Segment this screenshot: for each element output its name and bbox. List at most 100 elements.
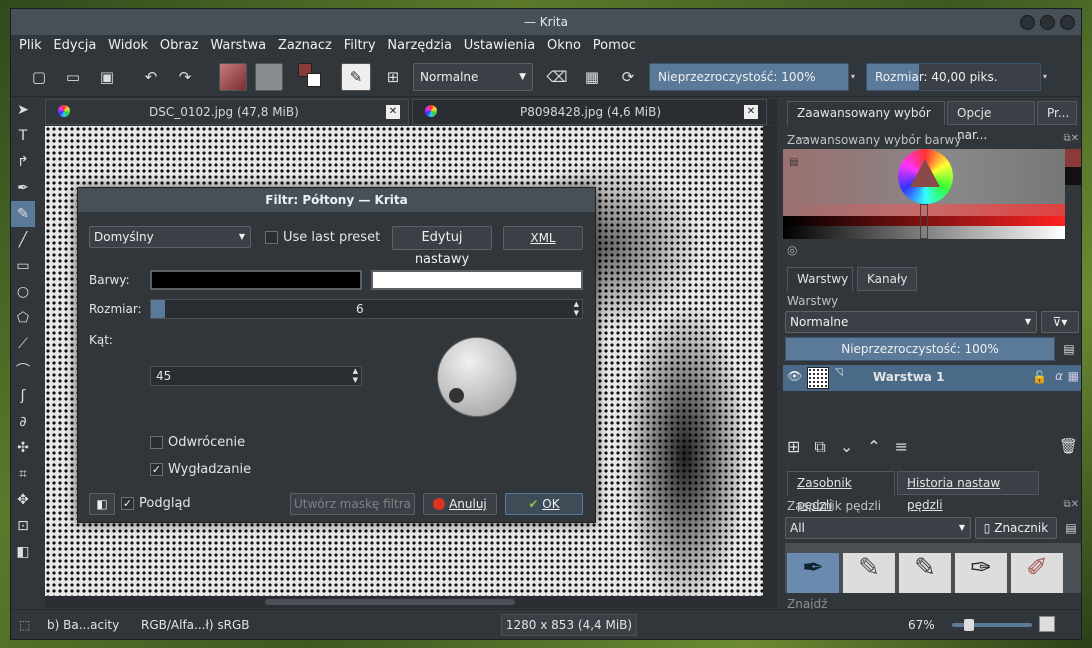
brush-preset-icon[interactable]: ✎: [341, 63, 371, 91]
bezier-tool-icon[interactable]: ⌒: [11, 357, 35, 383]
size-spin-icon[interactable]: ▾: [1043, 63, 1053, 91]
gradient-tool-icon[interactable]: ◧: [11, 539, 35, 565]
menu-filtry[interactable]: Filtry: [340, 35, 380, 57]
crop-tool-icon[interactable]: ⌗: [11, 461, 35, 487]
layer-blend-select[interactable]: Normalne ▼: [785, 311, 1037, 333]
ok-button[interactable]: ✔ OK: [505, 493, 583, 515]
polygon-tool-icon[interactable]: ⬠: [11, 305, 35, 331]
layer-settings-icon[interactable]: ≡: [895, 437, 922, 456]
tab-brush-presets[interactable]: Zasobnik pędzli: [787, 471, 895, 512]
cancel-button[interactable]: Anuluj: [423, 493, 497, 515]
preset-select[interactable]: Domyślny ▼: [89, 226, 251, 248]
alpha-lock-icon[interactable]: ▦: [579, 63, 605, 91]
close-icon[interactable]: ✕: [744, 105, 758, 119]
angle-dial[interactable]: [437, 337, 517, 417]
size-spinbox[interactable]: 6 ▲ ▼: [150, 299, 583, 319]
menu-ustawienia[interactable]: Ustawienia: [460, 35, 539, 57]
gradient-preset-button[interactable]: [219, 63, 247, 91]
background-color[interactable]: [307, 73, 321, 87]
tag-button[interactable]: ▯ Znacznik: [975, 517, 1057, 539]
undo-icon[interactable]: ↶: [139, 63, 163, 91]
rectangle-tool-icon[interactable]: ▭: [11, 253, 35, 279]
zoom-slider-handle[interactable]: [964, 619, 974, 631]
menu-obraz[interactable]: Obraz: [156, 35, 203, 57]
zoom-slider[interactable]: [952, 619, 1032, 631]
invert-checkbox[interactable]: [150, 436, 163, 449]
brush-filter-select[interactable]: All ▼: [785, 517, 971, 539]
tab-layers[interactable]: Warstwy: [787, 267, 853, 291]
select-shapes-tool-icon[interactable]: ➤: [11, 97, 35, 123]
tab-channels[interactable]: Kanały: [857, 267, 917, 291]
split-preview-button[interactable]: ◧: [89, 493, 115, 515]
tab-advanced-color[interactable]: Zaawansowany wybór ...: [787, 101, 945, 142]
selection-icon[interactable]: ⬚: [19, 618, 30, 632]
xml-button[interactable]: XML: [503, 226, 583, 250]
inherit-alpha-icon[interactable]: ▦: [1068, 369, 1079, 383]
wrap-around-icon[interactable]: [1039, 616, 1055, 632]
visibility-eye-icon[interactable]: 👁: [787, 369, 802, 383]
tab-tool-options[interactable]: Opcje nar...: [947, 101, 1035, 142]
delete-layer-icon[interactable]: 🗑: [1059, 437, 1078, 455]
opacity-spin-icon[interactable]: ▾: [851, 63, 861, 91]
layer-filter-button[interactable]: ⊽▾: [1041, 311, 1079, 333]
layer-name[interactable]: Warstwa 1: [873, 370, 944, 384]
add-layer-icon[interactable]: ⊞: [787, 437, 814, 456]
ellipse-tool-icon[interactable]: ○: [11, 279, 35, 305]
brush-tool-icon[interactable]: ✎: [11, 201, 35, 227]
line-tool-icon[interactable]: ╱: [11, 227, 35, 253]
pattern-preset-button[interactable]: [255, 63, 283, 91]
menu-warstwa[interactable]: Warstwa: [206, 35, 270, 57]
menu-narzedzia[interactable]: Narzędzia: [383, 35, 456, 57]
calligraphy-tool-icon[interactable]: ✒: [11, 175, 35, 201]
angle-dial-handle[interactable]: [449, 388, 464, 403]
dock-float-close-icons[interactable]: ⧉✕: [1063, 499, 1079, 510]
layer-opacity-slider[interactable]: Nieprzezroczystość: 100%: [785, 337, 1055, 361]
color-triangle[interactable]: [910, 159, 940, 187]
layer-properties-icon[interactable]: ▤: [1057, 337, 1081, 361]
brush-view-icon[interactable]: ▤: [1061, 517, 1081, 539]
menu-okno[interactable]: Okno: [543, 35, 585, 57]
edit-shapes-tool-icon[interactable]: ↱: [11, 149, 35, 175]
settings-icon[interactable]: ▤: [789, 157, 798, 168]
vertical-scrollbar[interactable]: [763, 126, 777, 596]
tab-p8098428[interactable]: P8098428.jpg (4,6 MiB) ✕: [412, 99, 767, 125]
minimize-button[interactable]: [1020, 15, 1035, 30]
create-filter-mask-button[interactable]: Utwórz maskę filtra: [290, 493, 415, 515]
brush-preset-ink[interactable]: ✑: [955, 553, 1007, 593]
polyline-tool-icon[interactable]: ⟋: [11, 331, 35, 357]
opacity-slider[interactable]: Nieprzezroczystość: 100%: [649, 63, 849, 91]
brush-preset-marker[interactable]: ✎: [899, 553, 951, 593]
transform-tool-icon[interactable]: ⊡: [11, 513, 35, 539]
antialias-checkbox[interactable]: ✓: [150, 463, 163, 476]
color2-button[interactable]: [371, 270, 583, 290]
menu-plik[interactable]: Plik: [15, 35, 46, 57]
menu-pomoc[interactable]: Pomoc: [589, 35, 640, 57]
menu-zaznacz[interactable]: Zaznacz: [274, 35, 336, 57]
menu-widok[interactable]: Widok: [104, 35, 152, 57]
size-slider[interactable]: Rozmiar: 40,00 piks.: [866, 63, 1041, 91]
redo-icon[interactable]: ↷: [173, 63, 197, 91]
scrollbar-handle[interactable]: [265, 599, 515, 605]
spin-arrows-icon[interactable]: ▲ ▼: [353, 367, 358, 385]
alpha-lock-icon[interactable]: α: [1055, 369, 1063, 383]
spin-arrows-icon[interactable]: ▲ ▼: [574, 300, 579, 318]
brush-preset-pencil[interactable]: ✎: [843, 553, 895, 593]
move-down-icon[interactable]: ⌄: [840, 437, 867, 456]
close-window-button[interactable]: [1060, 15, 1075, 30]
eraser-icon[interactable]: ⌫: [544, 63, 570, 91]
duplicate-layer-icon[interactable]: ⧉: [814, 437, 839, 456]
open-folder-icon[interactable]: ▭: [61, 63, 85, 91]
multibrush-tool-icon[interactable]: ✣: [11, 435, 35, 461]
brush-preset-selected[interactable]: ✒: [787, 553, 839, 593]
dynamic-brush-tool-icon[interactable]: ∂: [11, 409, 35, 435]
edit-presets-button[interactable]: Edytuj nastawy: [392, 226, 492, 267]
maximize-button[interactable]: [1040, 15, 1055, 30]
close-icon[interactable]: ✕: [386, 105, 400, 119]
tab-dsc0102[interactable]: DSC_0102.jpg (47,8 MiB) ✕: [45, 99, 409, 125]
color-history-icon[interactable]: ◎: [787, 243, 797, 257]
color1-button[interactable]: [150, 270, 362, 290]
freehand-path-tool-icon[interactable]: ʃ: [11, 383, 35, 409]
layer-row[interactable]: 👁 ◹ Warstwa 1 🔓 α ▦: [783, 365, 1081, 391]
color-wheel[interactable]: [898, 149, 953, 204]
dock-float-close-icons[interactable]: ⧉✕: [1063, 133, 1079, 144]
